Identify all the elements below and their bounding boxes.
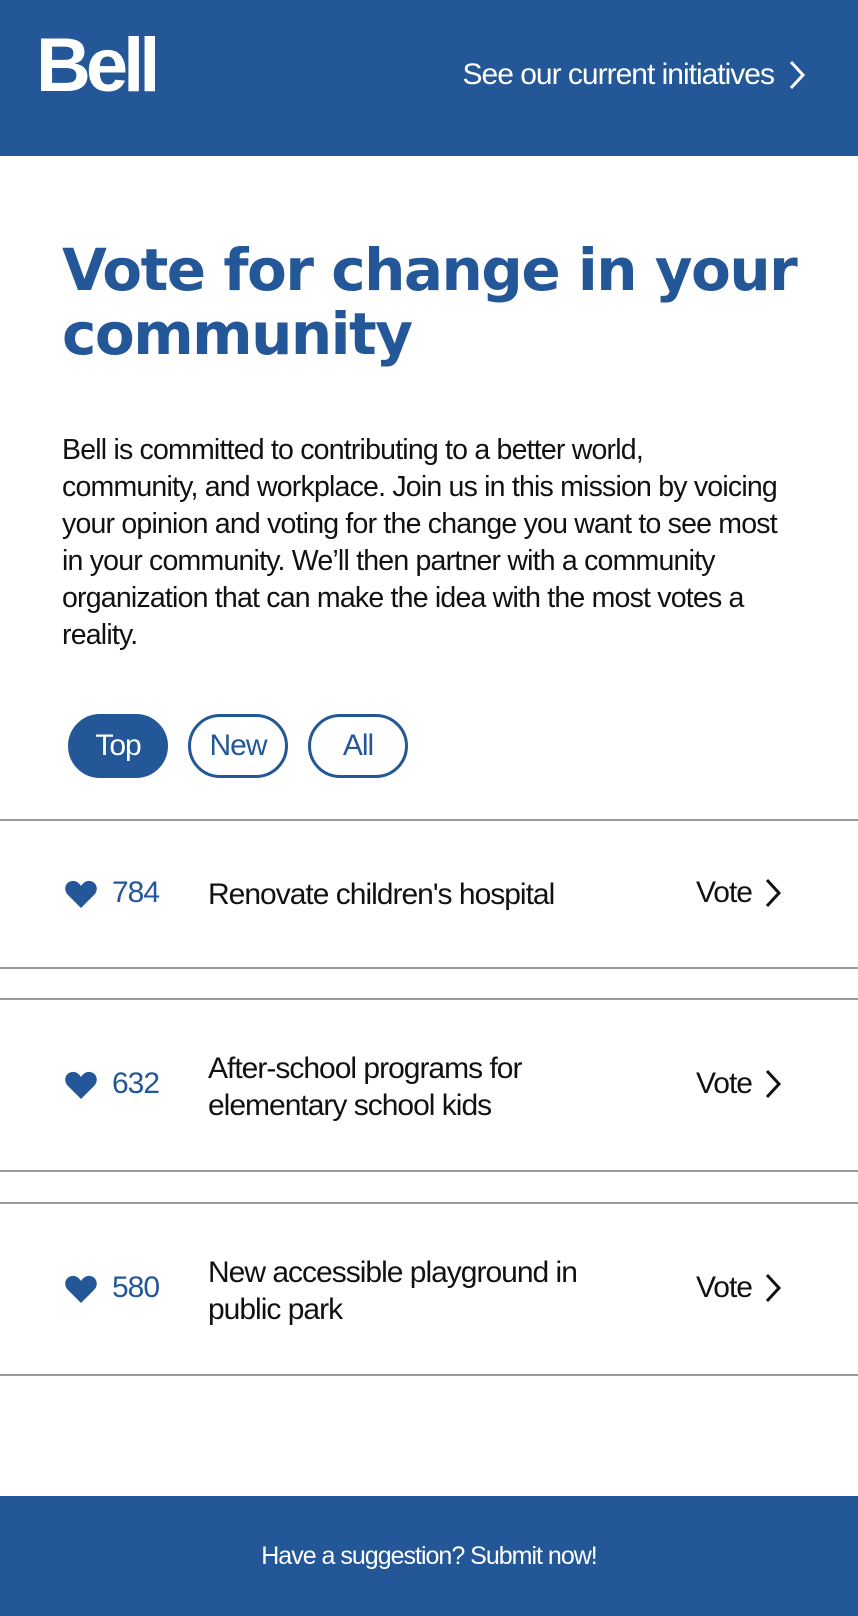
idea-row: 632 After-school programs for elementary… (0, 998, 858, 1172)
initiatives-link-label: See our current initiatives (462, 58, 775, 91)
idea-title: After-school programs for elementary sch… (208, 1052, 522, 1122)
intro-text: Bell is committed to contributing to a b… (62, 434, 778, 651)
page-title: Vote for change in your community (62, 236, 798, 368)
heart-icon (65, 1071, 97, 1099)
page: Bell See our current initiatives Vote fo… (0, 0, 858, 1616)
chevron-right-icon (764, 1068, 782, 1100)
idea-row: 580 New accessible playground in public … (0, 1202, 858, 1376)
vote-button[interactable]: Vote (696, 1067, 782, 1101)
tab-new[interactable]: New (188, 714, 288, 778)
bell-logo[interactable]: Bell (36, 28, 160, 104)
heart-icon (65, 1275, 97, 1303)
vote-label: Vote (695, 876, 753, 909)
chevron-right-icon (764, 877, 782, 909)
heart-icon (65, 880, 97, 908)
chevron-right-icon (788, 59, 806, 91)
idea-title: Renovate children's hospital (208, 878, 555, 911)
vote-count: 784 (112, 876, 160, 909)
vote-label: Vote (695, 1067, 753, 1100)
tab-top[interactable]: Top (68, 714, 168, 778)
vote-count: 632 (112, 1067, 160, 1100)
tab-all[interactable]: All (308, 714, 408, 778)
submit-suggestion-button[interactable]: Have a suggestion? Submit now! (0, 1496, 858, 1616)
submit-suggestion-label: Have a suggestion? Submit now! (261, 1541, 597, 1570)
vote-label: Vote (695, 1271, 753, 1304)
sort-tabs: Top New All (68, 714, 408, 778)
header: Bell See our current initiatives (0, 0, 858, 156)
idea-row: 784 Renovate children's hospital Vote (0, 819, 858, 969)
vote-button[interactable]: Vote (696, 876, 782, 910)
idea-title: New accessible playground in public park (208, 1256, 578, 1326)
vote-button[interactable]: Vote (696, 1271, 782, 1305)
vote-count: 580 (112, 1271, 160, 1304)
chevron-right-icon (764, 1272, 782, 1304)
initiatives-link[interactable]: See our current initiatives (463, 58, 807, 92)
